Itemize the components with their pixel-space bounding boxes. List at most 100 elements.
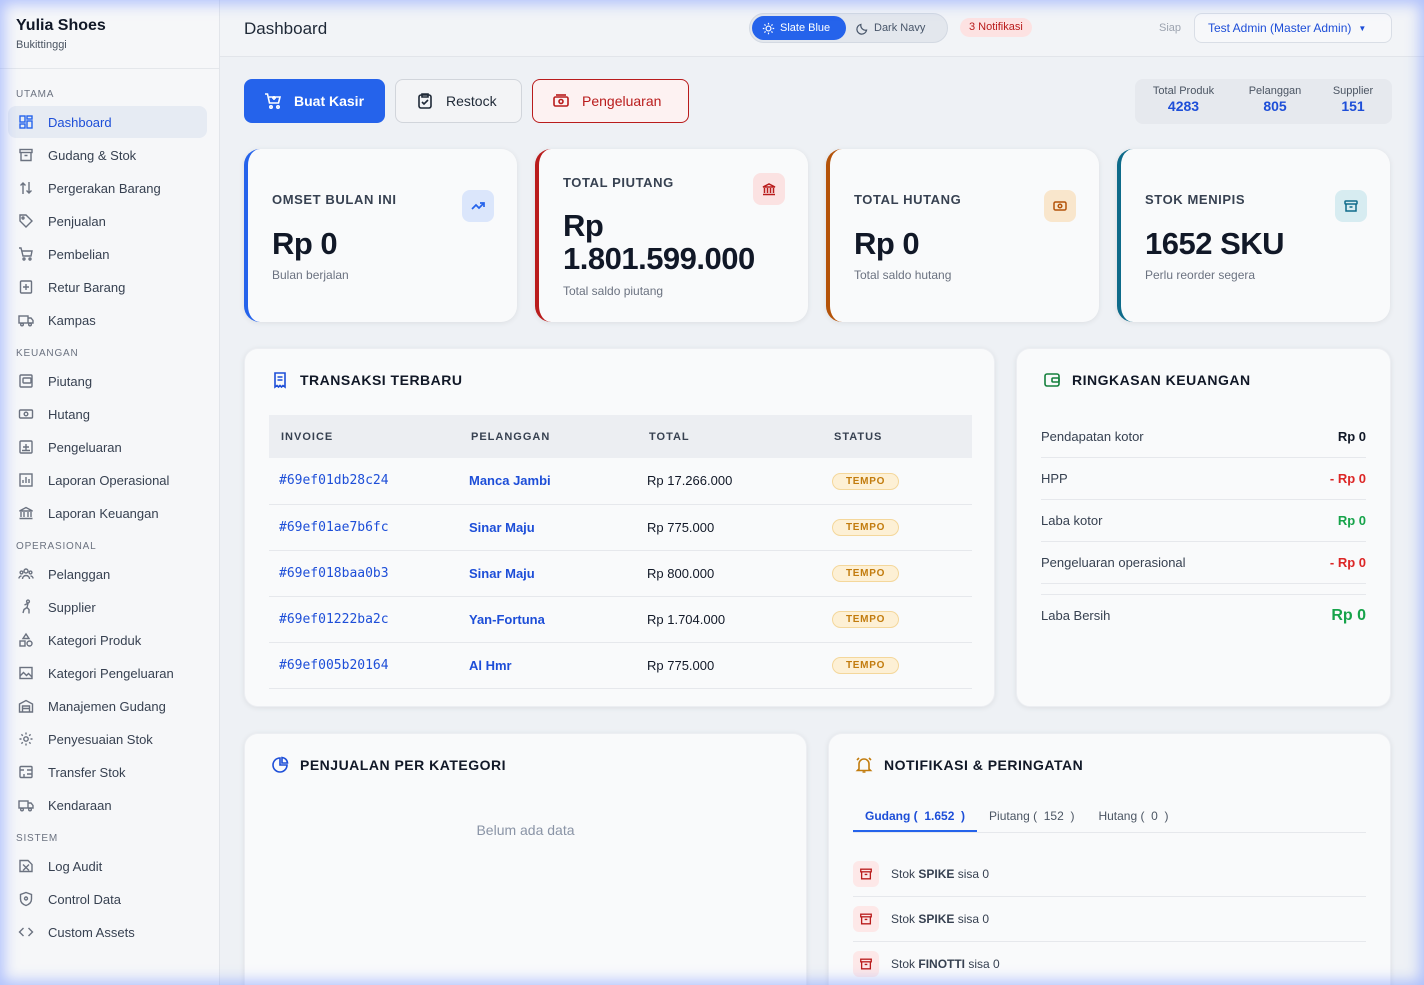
- sidebar-item-pembelian[interactable]: Pembelian: [8, 238, 207, 270]
- sidebar-item-pergerakan-barang[interactable]: Pergerakan Barang: [8, 172, 207, 204]
- caret-down-icon: ▼: [1358, 23, 1367, 33]
- archive-icon: [1335, 190, 1367, 222]
- sidebar-item-label: Custom Assets: [48, 924, 135, 940]
- sidebar-item-kendaraan[interactable]: Kendaraan: [8, 789, 207, 821]
- total-customers-value: 805: [1263, 98, 1287, 114]
- alert-prefix: Stok: [891, 867, 916, 881]
- total-suppliers-label: Supplier: [1332, 85, 1374, 97]
- sidebar-item-label: Pergerakan Barang: [48, 180, 161, 196]
- net-profit-label: Laba Bersih: [1041, 608, 1111, 623]
- table-row[interactable]: #69ef01db28c24 Manca Jambi Rp 17.266.000…: [269, 458, 972, 505]
- sidebar-item-pengeluaran[interactable]: Pengeluaran: [8, 431, 207, 463]
- sidebar-item-log-audit[interactable]: Log Audit: [8, 850, 207, 882]
- stat-receivable-sub: Total saldo piutang: [563, 284, 664, 298]
- sidebar-item-gudang-stok[interactable]: Gudang & Stok: [8, 139, 207, 171]
- money-icon: [553, 94, 569, 107]
- finance-row: Laba kotor Rp 0: [1041, 500, 1366, 542]
- invoice-link[interactable]: #69ef01db28c24: [269, 458, 459, 505]
- sidebar-item-custom-assets[interactable]: Custom Assets: [8, 916, 207, 948]
- sidebar-item-manajemen-gudang[interactable]: Manajemen Gudang: [8, 690, 207, 722]
- table-row[interactable]: #69ef005b20164 Al Hmr Rp 775.000 TEMPO: [269, 642, 972, 689]
- sidebar-item-penyesuaian-stok[interactable]: Penyesuaian Stok: [8, 723, 207, 755]
- user-menu-button[interactable]: Test Admin (Master Admin) ▼: [1194, 13, 1392, 43]
- sidebar-item-kategori-produk[interactable]: Kategori Produk: [8, 624, 207, 656]
- arrows-icon: [18, 180, 34, 196]
- theme-dark-navy-label: Dark Navy: [874, 22, 926, 34]
- create-cashier-button[interactable]: Buat Kasir: [244, 79, 385, 123]
- col-total[interactable]: TOTAL: [637, 415, 822, 458]
- sidebar-item-dashboard[interactable]: Dashboard: [8, 106, 207, 138]
- sidebar-item-control-data[interactable]: Control Data: [8, 883, 207, 915]
- sidebar-item-label: Retur Barang: [48, 279, 126, 295]
- sidebar-item-pelanggan[interactable]: Pelanggan: [8, 558, 207, 590]
- sidebar-item-label: Penjualan: [48, 213, 106, 229]
- tab-close-paren: ): [961, 809, 966, 823]
- invoice-link[interactable]: #69ef005b20164: [269, 642, 459, 689]
- sidebar-item-hutang[interactable]: Hutang: [8, 398, 207, 430]
- sidebar-item-kategori-pengeluaran[interactable]: Kategori Pengeluaran: [8, 657, 207, 689]
- alert-item[interactable]: Stok SPIKE sisa 0: [853, 852, 1366, 897]
- create-cashier-label: Buat Kasir: [294, 93, 365, 109]
- sidebar-item-label: Kampas: [48, 312, 96, 328]
- page-title: Dashboard: [244, 19, 328, 38]
- col-customer[interactable]: PELANGGAN: [459, 415, 637, 458]
- sidebar-item-piutang[interactable]: Piutang: [8, 365, 207, 397]
- shield-icon: [18, 891, 34, 907]
- transactions-body: #69ef01db28c24 Manca Jambi Rp 17.266.000…: [269, 458, 972, 689]
- sidebar-item-kampas[interactable]: Kampas: [8, 304, 207, 336]
- table-row[interactable]: #69ef01ae7b6fc Sinar Maju Rp 775.000 TEM…: [269, 504, 972, 551]
- col-status[interactable]: STATUS: [822, 415, 972, 458]
- notification-badge[interactable]: 3 Notifikasi: [960, 18, 1032, 37]
- alerts-tab-1[interactable]: Piutang ( 152 ): [977, 800, 1086, 832]
- alert-item[interactable]: Stok FINOTTI sisa 0: [853, 942, 1366, 985]
- nav-section-utama: UTAMA: [16, 89, 55, 100]
- top-header: Dashboard Slate Blue Dark Navy 3 Notifik…: [220, 0, 1424, 57]
- alerts-tab-2[interactable]: Hutang ( 0 ): [1086, 800, 1180, 832]
- sidebar-item-retur-barang[interactable]: Retur Barang: [8, 271, 207, 303]
- stat-payable-sub: Total saldo hutang: [854, 268, 952, 282]
- theme-slate-blue-button[interactable]: Slate Blue: [752, 16, 846, 40]
- table-row[interactable]: #69ef01222ba2c Yan-Fortuna Rp 1.704.000 …: [269, 596, 972, 643]
- alert-item[interactable]: Stok SPIKE sisa 0: [853, 897, 1366, 942]
- expense-button[interactable]: Pengeluaran: [532, 79, 689, 123]
- wallet-icon: [1044, 373, 1060, 387]
- sidebar-item-laporan-keuangan[interactable]: Laporan Keuangan: [8, 497, 207, 529]
- sidebar-item-label: Pengeluaran: [48, 439, 122, 455]
- stat-revenue-sub: Bulan berjalan: [272, 268, 349, 282]
- nav-section-operasional: OPERASIONAL: [16, 541, 97, 552]
- sidebar-item-penjualan[interactable]: Penjualan: [8, 205, 207, 237]
- report-chart-icon: [18, 472, 34, 488]
- status-cell: TEMPO: [822, 458, 972, 505]
- sidebar-item-laporan-operasional[interactable]: Laporan Operasional: [8, 464, 207, 496]
- theme-dark-navy-button[interactable]: Dark Navy: [846, 16, 935, 40]
- status-badge: TEMPO: [832, 472, 900, 490]
- restock-button[interactable]: Restock: [395, 79, 522, 123]
- finance-row-value: Rp 0: [1337, 429, 1366, 444]
- warehouse-icon: [18, 698, 34, 714]
- alerts-tab-0[interactable]: Gudang ( 1.652 ): [853, 800, 978, 832]
- customer-link[interactable]: Sinar Maju: [459, 504, 637, 551]
- gear-icon: [18, 731, 34, 747]
- invoice-link[interactable]: #69ef01ae7b6fc: [269, 504, 459, 551]
- col-invoice[interactable]: INVOICE: [269, 415, 459, 458]
- invoice-link[interactable]: #69ef01222ba2c: [269, 596, 459, 643]
- bell-icon: [855, 757, 873, 773]
- table-row[interactable]: #69ef018baa0b3 Sinar Maju Rp 800.000 TEM…: [269, 550, 972, 597]
- alert-prefix: Stok: [891, 912, 916, 926]
- customer-link[interactable]: Yan-Fortuna: [459, 596, 637, 643]
- customer-link[interactable]: Manca Jambi: [459, 458, 637, 505]
- total-customers-label: Pelanggan: [1248, 85, 1302, 97]
- finance-row-label: Pendapatan kotor: [1041, 429, 1144, 444]
- sidebar-item-supplier[interactable]: Supplier: [8, 591, 207, 623]
- status-badge: TEMPO: [832, 519, 900, 536]
- stat-receivable-value: 1.801.599.000: [563, 241, 755, 276]
- sidebar-item-label: Pembelian: [48, 246, 110, 262]
- customer-link[interactable]: Sinar Maju: [459, 550, 637, 597]
- tab-close-paren: ): [1070, 809, 1075, 823]
- invoice-link[interactable]: #69ef018baa0b3: [269, 550, 459, 597]
- total-products-label: Total Produk: [1152, 85, 1215, 97]
- brand: Yulia Shoes Bukittinggi: [0, 0, 219, 69]
- sidebar-item-transfer-stok[interactable]: Transfer Stok: [8, 756, 207, 788]
- transaction-total: Rp 775.000: [637, 642, 822, 689]
- customer-link[interactable]: Al Hmr: [459, 642, 637, 689]
